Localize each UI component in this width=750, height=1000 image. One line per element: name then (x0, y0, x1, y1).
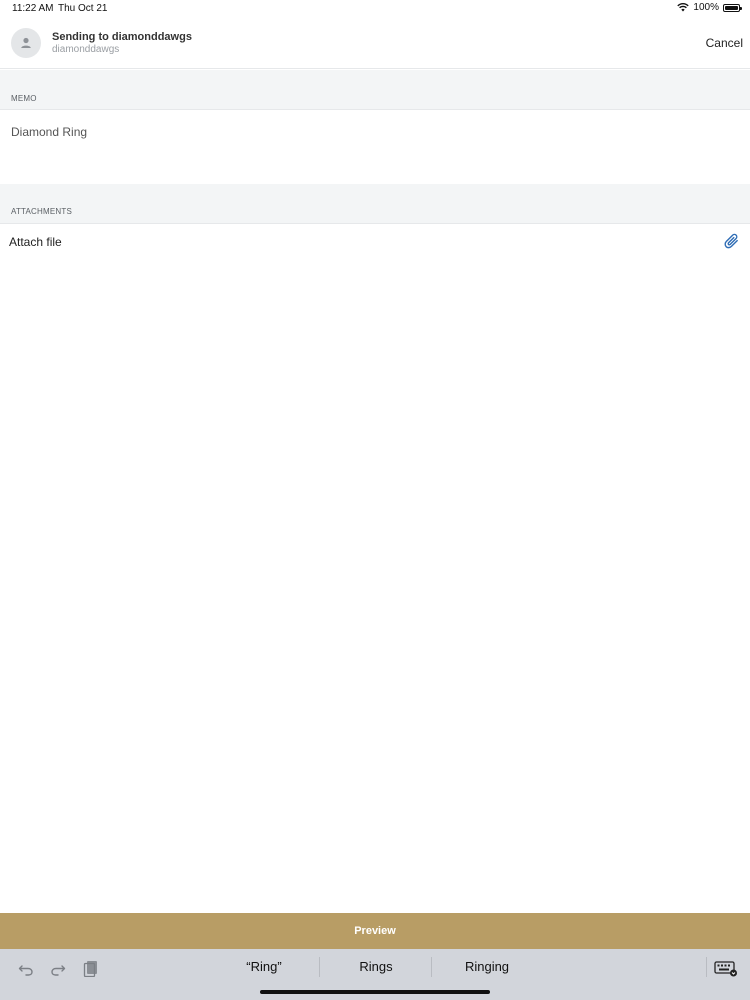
memo-section-header: MEMO (0, 70, 750, 110)
suggestion-divider (706, 957, 707, 977)
avatar (11, 28, 41, 58)
user-icon (21, 37, 31, 48)
status-time: 11:22 AM (12, 3, 54, 14)
memo-section-label: MEMO (11, 94, 37, 103)
status-indicators: 100% (677, 2, 742, 13)
cancel-button[interactable]: Cancel (706, 36, 743, 50)
home-indicator (260, 990, 490, 994)
suggestion-divider (431, 957, 432, 977)
keyboard-dismiss-icon[interactable] (714, 959, 738, 977)
status-date: Thu Oct 21 (58, 3, 108, 14)
suggestion-item[interactable]: Ringing (458, 959, 516, 974)
attachments-section-label: ATTACHMENTS (11, 207, 73, 216)
battery-icon (723, 3, 742, 12)
memo-text[interactable]: Diamond Ring (11, 125, 87, 139)
paperclip-icon[interactable] (724, 233, 740, 251)
wifi-icon (677, 3, 690, 12)
preview-label: Preview (354, 925, 396, 937)
keyboard-suggestion-bar: “Ring” Rings Ringing (0, 949, 750, 1000)
suggestion-item[interactable]: “Ring” (238, 959, 290, 974)
recipient-title: Sending to diamonddawgs (52, 31, 192, 43)
preview-button[interactable]: Preview (0, 913, 750, 949)
attach-file-label: Attach file (9, 235, 62, 249)
status-bar: 11:22 AM Thu Oct 21 100% (0, 0, 750, 18)
redo-icon[interactable] (49, 959, 67, 977)
recipient-username: diamonddawgs (52, 44, 120, 55)
recipient-header: Sending to diamonddawgs diamonddawgs Can… (0, 18, 750, 69)
paste-icon[interactable] (82, 959, 100, 977)
attachments-section-header: ATTACHMENTS (0, 184, 750, 224)
undo-icon[interactable] (17, 959, 35, 977)
battery-percent: 100% (693, 2, 719, 13)
attach-file-row[interactable]: Attach file (0, 225, 750, 259)
memo-field[interactable]: Diamond Ring (0, 111, 750, 184)
suggestion-item[interactable]: Rings (350, 959, 402, 974)
suggestion-divider (319, 957, 320, 977)
